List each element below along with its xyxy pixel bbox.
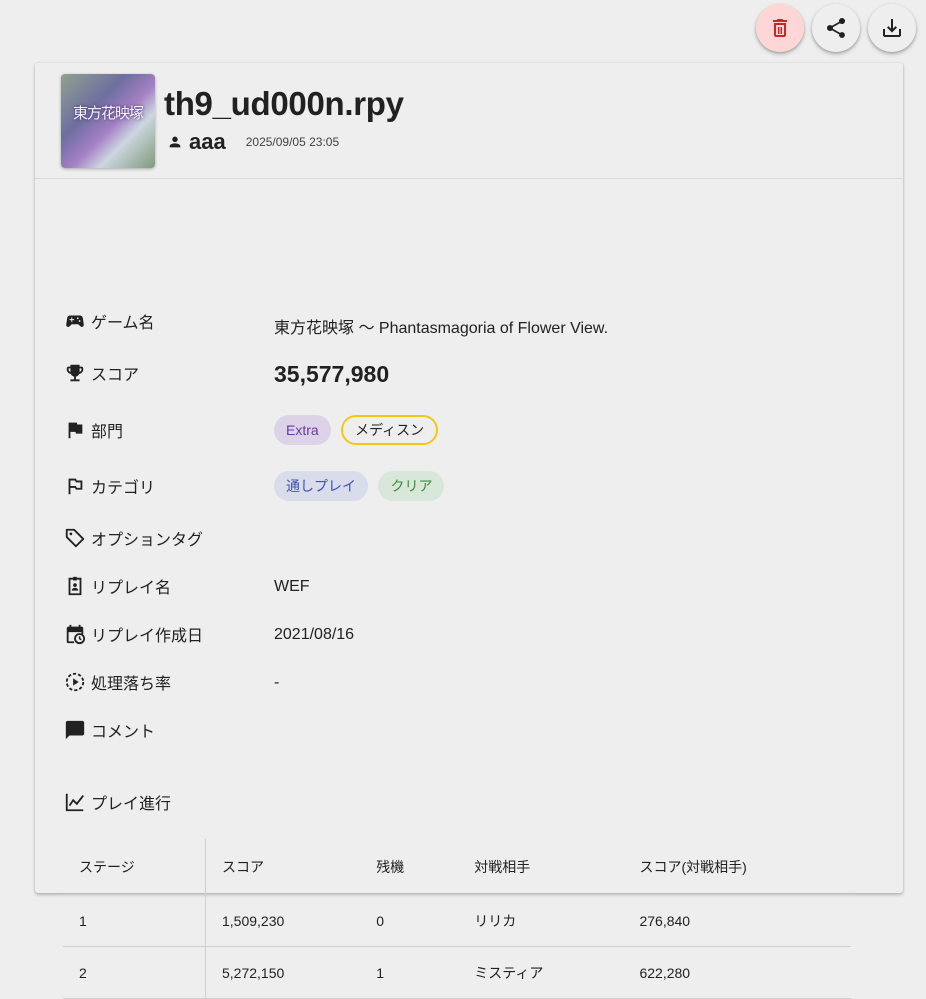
- delete-button[interactable]: [756, 4, 804, 52]
- category-chips: 通しプレイ クリア: [274, 471, 450, 501]
- table-row: 1 1,509,230 0 リリカ 276,840: [63, 894, 851, 947]
- trophy-icon: [63, 361, 87, 385]
- column-header: ステージ: [63, 839, 206, 895]
- game-row: ゲーム名: [63, 309, 155, 333]
- opponent-cell: リリカ: [458, 894, 624, 947]
- category-label: カテゴリ: [91, 480, 156, 497]
- uploader-name[interactable]: aaa: [189, 129, 226, 155]
- share-button[interactable]: [812, 4, 860, 52]
- score-value: 35,577,980: [274, 361, 390, 387]
- replay-date-value: 2021/08/16: [274, 626, 355, 643]
- progress-label: プレイ進行: [91, 796, 172, 813]
- chip-clear[interactable]: クリア: [378, 471, 445, 501]
- opponent-cell: ミスティア: [458, 946, 624, 999]
- replay-header: 東方花映塚 th9_ud000n.rpy aaa 2025/09/05 23:0…: [35, 63, 903, 179]
- replay-name-value: WEF: [274, 578, 310, 595]
- uploader-row: aaa 2025/09/05 23:05: [167, 129, 339, 155]
- chip-character[interactable]: メディスン: [341, 415, 439, 445]
- line-chart-icon: [63, 790, 87, 814]
- column-header: スコア(対戦相手): [623, 839, 851, 895]
- game-thumbnail: 東方花映塚: [61, 74, 155, 168]
- game-label: ゲーム名: [91, 315, 155, 332]
- comment-row: コメント: [63, 718, 155, 742]
- person-icon: [169, 136, 181, 148]
- score-cell: 5,272,150: [205, 946, 361, 999]
- tag-icon: [63, 526, 87, 550]
- option-tags-row: オプションタグ: [63, 526, 203, 550]
- column-header: 残機: [360, 839, 459, 895]
- slowdown-row: 処理落ち率: [63, 670, 171, 694]
- upload-date: 2025/09/05 23:05: [245, 135, 340, 149]
- table-header-row: ステージ スコア 残機 対戦相手 スコア(対戦相手): [63, 839, 851, 895]
- division-label: 部門: [91, 424, 124, 441]
- slowdown-label: 処理落ち率: [91, 676, 172, 693]
- replay-name-label: リプレイ名: [91, 580, 172, 597]
- game-value: 東方花映塚 〜 Phantasmagoria of Flower View.: [274, 320, 609, 337]
- download-icon: [883, 19, 901, 37]
- replay-date-row: リプレイ作成日: [63, 622, 203, 646]
- replay-date-label: リプレイ作成日: [91, 628, 204, 645]
- division-chips: Extra メディスン: [274, 415, 444, 445]
- division-row: 部門: [63, 418, 123, 442]
- comment-label: コメント: [91, 724, 156, 741]
- slowdown-value: -: [274, 674, 280, 691]
- option-tags-label: オプションタグ: [91, 532, 204, 549]
- score-row: スコア: [63, 361, 139, 385]
- trash-icon: [773, 19, 787, 37]
- stage-cell: 2: [63, 946, 206, 999]
- thumbnail-title: 東方花映塚: [72, 104, 144, 122]
- flag-icon: [63, 418, 87, 442]
- progress-row: プレイ進行: [63, 790, 171, 814]
- opponent-score-cell: 276,840: [623, 894, 851, 947]
- gamepad-icon: [63, 309, 87, 333]
- comment-icon: [63, 718, 87, 742]
- score-cell: 1,509,230: [205, 894, 361, 947]
- stage-cell: 1: [63, 894, 206, 947]
- opponent-score-cell: 622,280: [623, 946, 851, 999]
- table-row: 2 5,272,150 1 ミスティア 622,280: [63, 946, 851, 999]
- replay-name-row: リプレイ名: [63, 574, 171, 598]
- replay-card: 東方花映塚 th9_ud000n.rpy aaa 2025/09/05 23:0…: [35, 63, 903, 999]
- outlined-flag-icon: [63, 474, 87, 498]
- category-row: カテゴリ: [63, 474, 155, 498]
- lives-cell: 0: [360, 894, 459, 947]
- slow-motion-icon: [63, 670, 87, 694]
- lives-cell: 1: [360, 946, 459, 999]
- column-header: スコア: [205, 839, 361, 895]
- badge-icon: [63, 574, 87, 598]
- score-label: スコア: [91, 367, 140, 384]
- replay-filename: th9_ud000n.rpy: [164, 85, 404, 122]
- download-button[interactable]: [868, 4, 916, 52]
- chip-difficulty[interactable]: Extra: [274, 415, 331, 445]
- share-icon: [827, 17, 846, 38]
- column-header: 対戦相手: [458, 839, 624, 895]
- stage-progress-table: ステージ スコア 残機 対戦相手 スコア(対戦相手) 1 1,509,230 0…: [63, 839, 851, 999]
- chip-full-play[interactable]: 通しプレイ: [274, 471, 368, 501]
- calendar-clock-icon: [63, 622, 87, 646]
